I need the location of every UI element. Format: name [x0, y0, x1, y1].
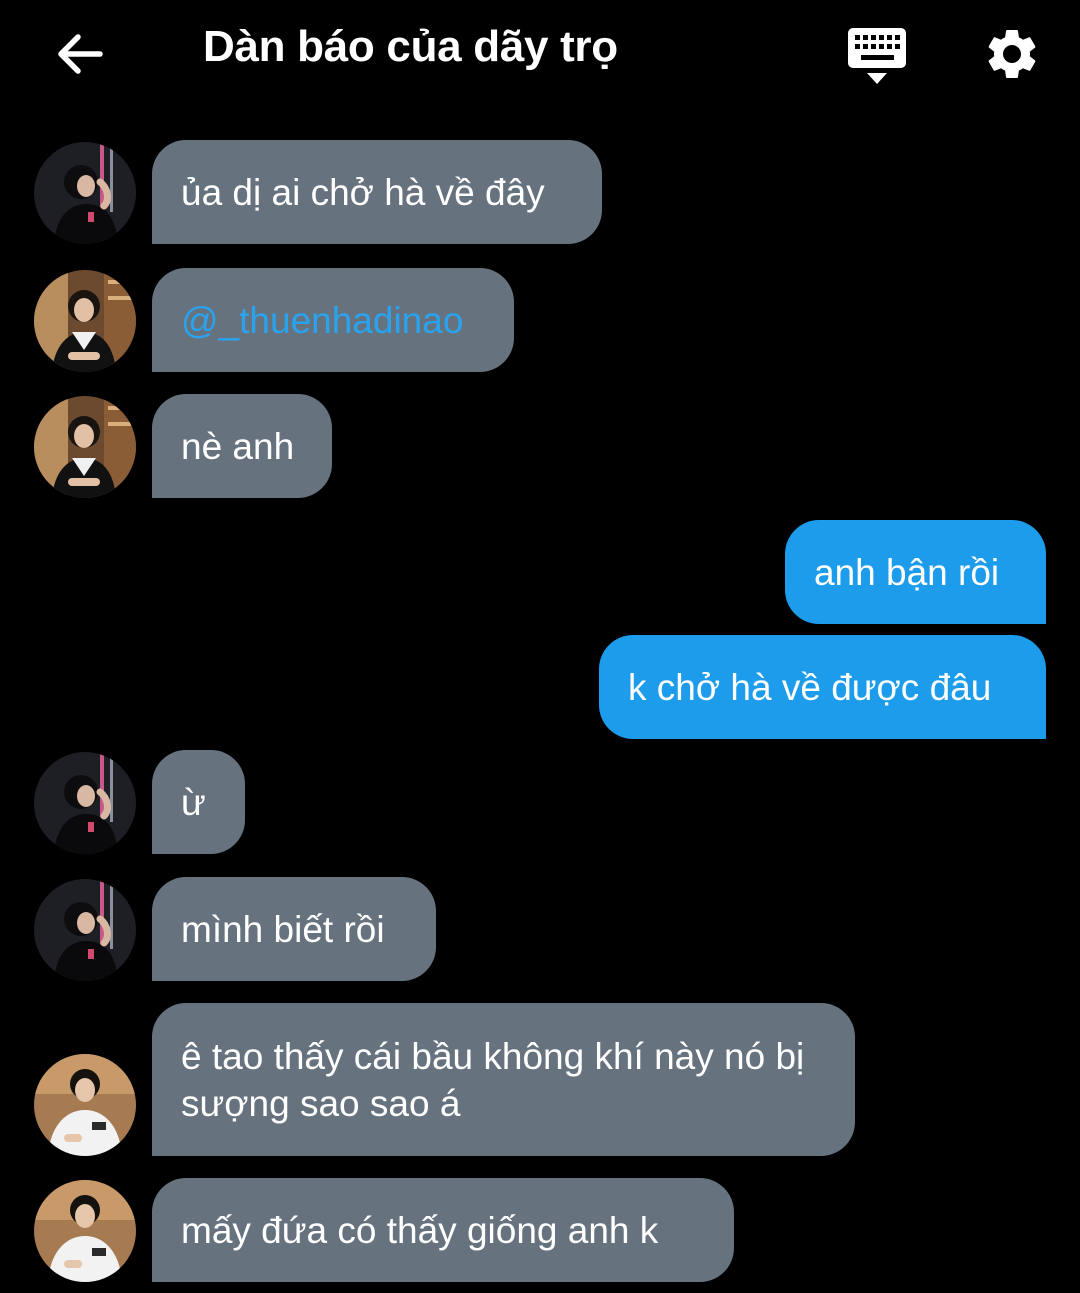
message-bubble[interactable]: ê tao thấy cái bầu không khí này nó bị s… — [152, 1003, 855, 1156]
message-row: ê tao thấy cái bầu không khí này nó bị s… — [0, 1003, 1080, 1156]
message-row: mình biết rồi — [0, 877, 1080, 981]
conversation-title: Dàn báo của dãy trọ — [203, 22, 618, 71]
message-bubble[interactable]: ủa dị ai chở hà về đây — [152, 140, 602, 244]
message-bubble[interactable]: @_thuenhadinao — [152, 268, 514, 372]
avatar[interactable] — [34, 1180, 136, 1282]
message-row: anh bận rồi — [0, 520, 1080, 624]
message-row: mấy đứa có thấy giống anh k — [0, 1178, 1080, 1282]
avatar[interactable] — [34, 879, 136, 981]
message-bubble[interactable]: anh bận rồi — [785, 520, 1046, 624]
gear-icon — [988, 29, 1036, 78]
user-mention-link[interactable]: @_thuenhadinao — [181, 297, 463, 344]
avatar[interactable] — [34, 270, 136, 372]
message-row: @_thuenhadinao — [0, 268, 1080, 372]
message-row: nè anh — [0, 394, 1080, 498]
message-row: ừ — [0, 750, 1080, 854]
avatar[interactable] — [34, 142, 136, 244]
keyboard-button[interactable] — [846, 26, 910, 88]
message-bubble[interactable]: nè anh — [152, 394, 332, 498]
keyboard-icon — [848, 28, 906, 84]
message-bubble[interactable]: ừ — [152, 750, 245, 854]
message-row: k chở hà về được đâu — [0, 635, 1080, 739]
settings-button[interactable] — [982, 24, 1042, 84]
avatar[interactable] — [34, 752, 136, 854]
message-row: ủa dị ai chở hà về đây — [0, 140, 1080, 244]
message-bubble[interactable]: mình biết rồi — [152, 877, 436, 981]
avatar[interactable] — [34, 1054, 136, 1156]
chat-header: Dàn báo của dãy trọ — [0, 0, 1080, 110]
message-bubble[interactable]: k chở hà về được đâu — [599, 635, 1046, 739]
back-button[interactable] — [50, 24, 110, 84]
arrow-left-icon — [58, 34, 103, 74]
message-bubble[interactable]: mấy đứa có thấy giống anh k — [152, 1178, 734, 1282]
avatar[interactable] — [34, 396, 136, 498]
